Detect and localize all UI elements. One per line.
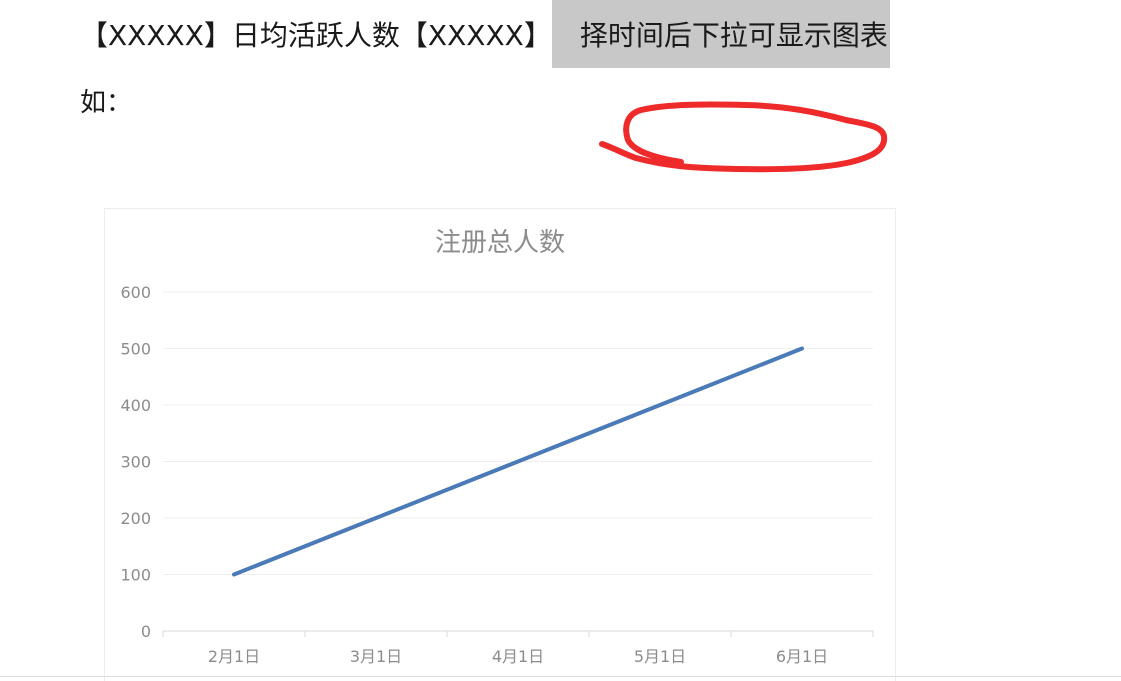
y-tick-label: 400 xyxy=(120,396,151,415)
x-axis-ticks: 2月1日 3月1日 4月1日 5月1日 6月1日 xyxy=(162,631,874,666)
line-chart: 注册总人数 0 100 200 300 400 500 600 2月1日 3月1日 4月1日 5月… xyxy=(120,228,874,666)
example-label: 如： xyxy=(80,88,133,118)
x-tick-label: 6月1日 xyxy=(776,647,828,666)
page-bottom-rule xyxy=(0,676,1121,677)
y-tick-label: 600 xyxy=(120,283,151,302)
y-tick-label: 100 xyxy=(120,566,151,585)
x-tick-label: 3月1日 xyxy=(350,647,402,666)
y-axis-ticks: 0 100 200 300 400 500 600 xyxy=(120,283,151,641)
heading-line: 【XXXXX】日均活跃人数【XXXXX】选 择时间后下拉可显示图表 xyxy=(80,0,890,68)
red-circle-annotation xyxy=(599,101,888,173)
x-tick-label: 4月1日 xyxy=(492,647,544,666)
chart-title: 注册总人数 xyxy=(435,228,565,258)
x-tick-label: 5月1日 xyxy=(634,647,686,666)
selected-text-highlight[interactable]: 择时间后下拉可显示图表 xyxy=(551,0,890,68)
y-tick-label: 300 xyxy=(120,453,151,472)
y-tick-label: 200 xyxy=(120,509,151,528)
y-tick-label: 500 xyxy=(120,340,151,359)
x-tick-label: 2月1日 xyxy=(208,647,260,666)
heading-text: 【XXXXX】日均活跃人数【XXXXX】选 xyxy=(80,19,580,52)
chart-container: 注册总人数 0 100 200 300 400 500 600 2月1日 3月1日 4月1日 5月… xyxy=(104,208,896,681)
document-page: 【XXXXX】日均活跃人数【XXXXX】选 择时间后下拉可显示图表 如： 注册总… xyxy=(0,0,1121,681)
y-tick-label: 0 xyxy=(141,622,151,641)
